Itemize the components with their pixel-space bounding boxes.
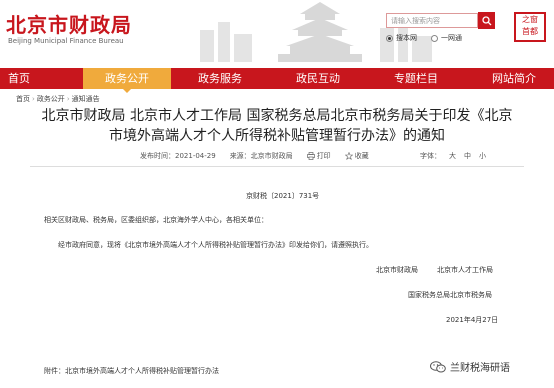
signatory-tax-bureau: 国家税务总局北京市税务局 — [408, 291, 492, 299]
search-icon — [481, 15, 491, 25]
breadcrumb: 首页 › 政务公开 › 通知通告 — [16, 94, 100, 104]
wechat-watermark: 兰财税海研语 — [430, 359, 510, 374]
nav-government-affairs[interactable]: 政务公开 — [83, 68, 171, 93]
chevron-right-icon: › — [66, 95, 70, 103]
print-link[interactable]: 打印 — [317, 151, 331, 161]
search-input[interactable]: 请输入搜索内容 — [386, 13, 478, 28]
search-button[interactable] — [478, 12, 495, 29]
radio-site-only-label: 搜本网 — [396, 34, 417, 42]
breadcrumb-section[interactable]: 政务公开 — [37, 94, 65, 104]
attachment-link[interactable]: 附件：北京市境外高端人才个人所得税补贴管理暂行办法 — [44, 366, 219, 376]
nav-home[interactable]: 首页 — [0, 68, 38, 89]
breadcrumb-home[interactable]: 首页 — [16, 94, 30, 104]
signatory-talent-bureau: 北京市人才工作局 — [437, 266, 493, 274]
site-header: 北京市财政局 Beijing Municipal Finance Bureau … — [0, 0, 554, 62]
article-meta: 发布时间：2021-04-29 来源：北京市财政局 打印 收藏 — [140, 151, 369, 161]
font-size-medium[interactable]: 中 — [464, 151, 471, 161]
nav-site-intro[interactable]: 网站简介 — [485, 68, 543, 89]
article-title-line-2: 市境外高端人才个人所得税补贴管理暂行办法》的通知 — [109, 128, 445, 144]
main-nav: 首页 政务公开 政务服务 政民互动 专题栏目 网站简介 — [0, 68, 554, 93]
site-title[interactable]: 北京市财政局 — [6, 9, 132, 38]
font-size-control: 字体： 大 中 小 — [420, 151, 486, 161]
font-size-label: 字体： — [420, 152, 441, 160]
watermark-text: 兰财税海研语 — [450, 363, 510, 374]
nav-public-interaction[interactable]: 政民互动 — [289, 68, 347, 89]
radio-site-only[interactable] — [386, 34, 393, 42]
signature-date: 2021年4月27日 — [446, 316, 499, 324]
capital-window-logo[interactable]: 之窗 首都 — [514, 12, 546, 42]
radio-one-network-label: 一网通 — [441, 34, 462, 42]
divider — [30, 166, 524, 167]
signatory-finance-bureau: 北京市财政局 — [376, 266, 418, 274]
nav-government-services[interactable]: 政务服务 — [191, 68, 249, 89]
temple-of-heaven-banner — [200, 2, 432, 62]
printer-icon — [306, 152, 315, 160]
publish-date: 发布时间：2021-04-29 — [140, 152, 216, 160]
radio-one-network[interactable] — [431, 34, 438, 42]
body-paragraph: 经市政府同意，现将《北京市境外高端人才个人所得税补贴管理暂行办法》印发给你们，请… — [58, 241, 373, 249]
font-size-small[interactable]: 小 — [479, 151, 486, 161]
article-source: 来源：北京市财政局 — [229, 152, 293, 160]
addressee: 相关区财政局、税务局，区委组织部，北京海外学人中心，各相关单位： — [44, 216, 268, 224]
nav-special-topics[interactable]: 专题栏目 — [387, 68, 445, 89]
font-size-large[interactable]: 大 — [449, 151, 456, 161]
article-title-line-1: 北京市财政局 北京市人才工作局 国家税务总局北京市税务局关于印发《北京 — [41, 108, 513, 124]
search-scope: 搜本网 一网通 — [386, 33, 462, 43]
site-subtitle: Beijing Municipal Finance Bureau — [8, 37, 124, 45]
article-title: 北京市财政局 北京市人才工作局 国家税务总局北京市税务局关于印发《北京 市境外高… — [30, 106, 524, 146]
star-icon — [344, 152, 353, 160]
wechat-icon — [430, 360, 446, 372]
favorite-link[interactable]: 收藏 — [355, 151, 369, 161]
chevron-right-icon: › — [32, 95, 35, 103]
document-number: 京财税〔2021〕731号 — [246, 192, 320, 200]
breadcrumb-page[interactable]: 通知通告 — [72, 94, 100, 104]
